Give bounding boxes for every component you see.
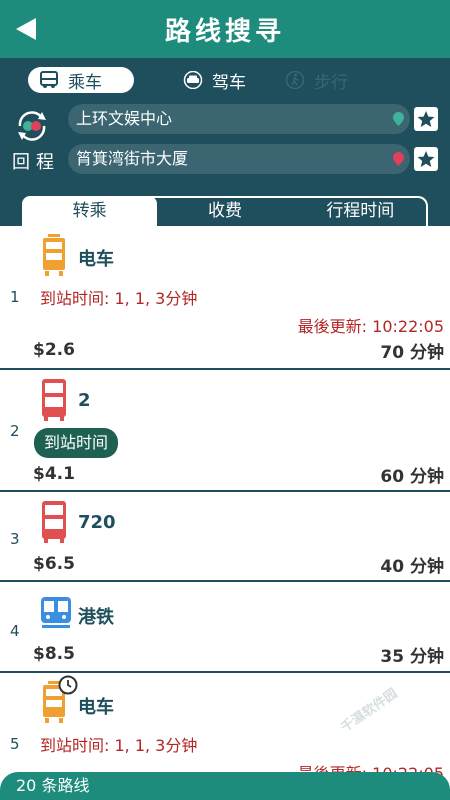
mode-walk-button[interactable]: 步行 [284,67,348,93]
arrival-time: 到站时间: 1, 1, 3分钟 [40,289,198,308]
bus-icon [42,501,66,543]
bus-icon [42,379,66,421]
star-icon [417,151,435,167]
list-item[interactable]: 2 2 到站时间 $4.1 60 分钟 [0,370,450,492]
tab-transfers[interactable]: 转乘 [22,196,158,226]
mode-walk-label: 步行 [314,72,348,93]
tab-travel-time[interactable]: 行程时间 [293,196,428,226]
item-index: 5 [10,735,20,753]
last-updated: 最後更新: 10:22:05 [297,317,444,336]
item-index: 4 [10,622,20,640]
arrival-time-button[interactable]: 到站时间 [34,428,119,458]
route-name: 2 [78,390,91,411]
fare: $8.5 [33,644,75,664]
favorite-origin-button[interactable] [414,107,438,131]
bus-icon [38,71,60,89]
mode-transit-button[interactable]: 乘车 [28,67,134,93]
car-icon [182,71,204,89]
origin-pin-icon [393,112,404,126]
fare: $2.6 [33,340,75,360]
destination-field[interactable]: 筲箕湾街市大厦 [68,144,410,174]
mode-drive-label: 驾车 [212,72,246,93]
tram-icon [43,234,65,276]
walk-icon [284,71,306,89]
swap-direction-icon[interactable] [12,106,52,146]
route-count: 20 条路线 [16,776,90,795]
destination-pin-icon [393,152,404,166]
travel-time: 60 分钟 [380,467,444,487]
favorite-destination-button[interactable] [414,147,438,171]
tab-fare[interactable]: 收费 [157,196,292,226]
item-index: 3 [10,530,20,548]
origin-field[interactable]: 上环文娱中心 [68,104,410,134]
mtr-icon [41,597,71,628]
travel-time: 40 分钟 [380,557,444,577]
list-item[interactable]: 电车 1 到站时间: 1, 1, 3分钟 最後更新: 10:22:05 $2.6… [0,226,450,370]
search-panel: 乘车 驾车 步行 回程 上环文娱中心 筲箕湾街市大厦 转乘 收费 行程时间 [0,58,450,226]
travel-time: 35 分钟 [380,647,444,667]
sort-tabs: 转乘 收费 行程时间 [22,196,428,226]
mode-drive-button[interactable]: 驾车 [182,67,246,93]
list-item[interactable]: 720 3 $6.5 40 分钟 [0,492,450,582]
destination-text: 筲箕湾街市大厦 [76,149,189,168]
back-arrow-icon[interactable] [14,16,40,42]
clock-icon [58,675,78,695]
route-name: 720 [78,512,116,533]
mode-transit-label: 乘车 [68,72,102,93]
arrival-time: 到站时间: 1, 1, 3分钟 [40,736,198,755]
travel-time: 70 分钟 [380,343,444,363]
route-name: 电车 [78,249,114,270]
item-index: 1 [10,288,20,306]
route-name: 电车 [78,697,114,718]
header: 路线搜寻 [0,0,450,58]
app: 路线搜寻 乘车 驾车 步行 回程 上环文娱中心 筲箕湾街市大厦 转乘 收费 行程… [0,0,450,800]
page-title: 路线搜寻 [164,16,285,47]
return-label[interactable]: 回程 [12,148,60,174]
fare: $6.5 [33,554,75,574]
item-index: 2 [10,422,20,440]
route-name: 港铁 [78,607,114,628]
star-icon [417,111,435,127]
mode-selector: 乘车 驾车 步行 [28,67,428,93]
fare: $4.1 [33,464,75,484]
list-item[interactable]: 港铁 4 $8.5 35 分钟 [0,582,450,673]
route-count-bar: 20 条路线 [0,772,450,800]
origin-text: 上环文娱中心 [76,109,173,128]
